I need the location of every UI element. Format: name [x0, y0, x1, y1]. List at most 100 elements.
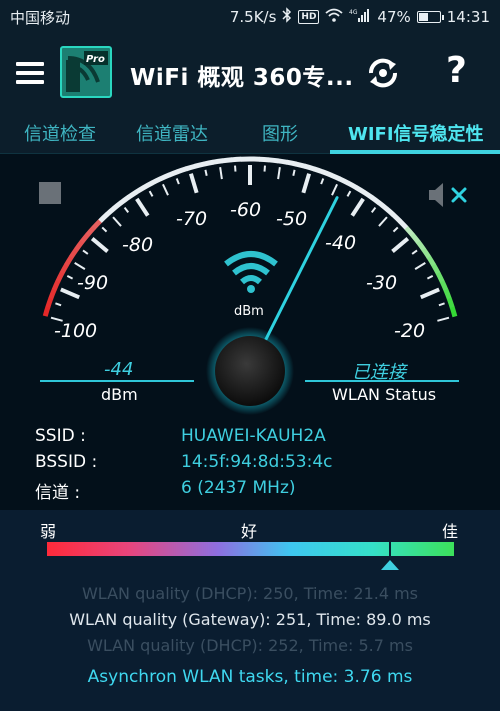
mute-icon[interactable]: [427, 180, 471, 210]
gauge-arc-segment: [142, 180, 154, 190]
gauge-tick: [112, 216, 122, 227]
gauge-knob: [215, 336, 285, 406]
app-bar: Pro WiFi 概观 360专... ?: [0, 34, 500, 112]
status-bar: 中国移动 7.5K/s HD 4G 47% 14:31: [0, 0, 500, 34]
signal-strength-value: -44: [104, 359, 134, 380]
gauge-arc-segment: [150, 176, 162, 186]
signal-strength-unit: dBm: [101, 385, 138, 404]
gauge-tick: [148, 190, 154, 197]
gauge-tick: [411, 249, 418, 255]
gauge-arc-segment: [112, 200, 123, 211]
gauge-arc-segment: [443, 288, 452, 300]
gauge-tick: [55, 302, 62, 307]
tick-label: -70: [176, 208, 208, 230]
menu-icon[interactable]: [16, 62, 44, 84]
gauge-arc-segment: [321, 169, 333, 178]
quality-bar: [47, 542, 454, 556]
gauge-arc-segment: [426, 255, 436, 267]
gauge-arc-segment: [259, 156, 270, 163]
gauge-arc-segment: [59, 263, 69, 275]
gauge-arc-segment: [91, 218, 103, 230]
tick-label: -80: [122, 234, 154, 256]
app-logo: Pro: [60, 46, 112, 98]
gauge-arc-segment: [79, 232, 90, 244]
gauge-arc-segment: [346, 180, 358, 190]
gauge-ticks: [50, 165, 450, 322]
gauge-arc-segment: [421, 247, 432, 259]
bssid-value: 14:5f:94:8d:53:4c: [181, 452, 333, 472]
log-line: WLAN quality (Gateway): 251, Time: 89.0 …: [69, 610, 431, 629]
gauge-arc-segment: [431, 263, 441, 275]
tick-label: -50: [276, 208, 308, 230]
gauge-arc-segment: [384, 206, 396, 217]
bssid-label: BSSID :: [35, 452, 98, 472]
gauge-tick: [277, 167, 281, 180]
gauge-tick: [123, 206, 130, 213]
gauge-arc-segment: [85, 225, 96, 237]
gauge-arc-segment: [45, 297, 54, 309]
gauge-arc-segment: [370, 195, 381, 206]
gauge-arc-segment: [185, 163, 197, 172]
tick-label: -100: [54, 320, 98, 342]
clock: 14:31: [446, 8, 490, 26]
stop-icon[interactable]: [39, 182, 61, 204]
battery-fill: [418, 13, 428, 21]
gauge-arc-segment: [398, 219, 409, 230]
wlan-status-value: 已连接: [352, 362, 406, 383]
gauge-arc-segment: [167, 169, 179, 178]
quality-good-label: 好: [241, 522, 258, 541]
carrier-name: 中国移动: [10, 8, 71, 27]
gauge-tick: [301, 173, 311, 194]
gauge-arc-segment: [449, 306, 458, 318]
tab-channel-radar[interactable]: 信道雷达: [136, 120, 208, 146]
app-title: WiFi 概观 360专...: [130, 65, 354, 91]
gauge-arc-segment: [435, 271, 445, 283]
async-tasks-line: Asynchron WLAN tasks, time: 3.76 ms: [87, 667, 413, 687]
wifi-icon: [222, 250, 280, 294]
tab-channel-check[interactable]: 信道检查: [24, 120, 96, 146]
signal-gauge: -100 -90 -80 -70 -60 -50 -40 -30 -20 dBm…: [0, 154, 500, 510]
gauge-tick: [331, 183, 338, 196]
quality-weak-label: 弱: [40, 522, 57, 541]
gauge-tick: [204, 169, 208, 176]
gauge-tick: [189, 173, 199, 194]
gauge-arc-segment: [222, 157, 233, 164]
gauge-arc-segment: [446, 297, 455, 309]
quality-arrow-icon: [381, 560, 399, 570]
gauge-arc-segment: [42, 306, 51, 317]
hd-badge: HD: [298, 10, 320, 24]
wlan-status-label: WLAN Status: [332, 385, 437, 404]
quality-panel: 弱 好 佳 WLAN quality (DHCP): 250, Time: 21…: [0, 510, 500, 711]
svg-text:4G: 4G: [349, 9, 358, 16]
gauge-arc-segment: [268, 157, 279, 164]
gauge-arc-segment: [362, 190, 374, 200]
gauge-arc-segment: [48, 288, 57, 300]
log-line: WLAN quality (DHCP): 252, Time: 5.7 ms: [87, 636, 413, 655]
wifi-status-icon: [325, 8, 344, 26]
gauge-tick: [437, 316, 450, 322]
log-line: WLAN quality (DHCP): 250, Time: 21.4 ms: [81, 584, 419, 603]
tab-signal-stability[interactable]: WIFI信号稳定性: [348, 120, 484, 146]
gauge-tick: [320, 178, 325, 185]
gauge-tick: [135, 197, 150, 217]
gauge-arc-segment: [312, 166, 324, 175]
gauge-arc-segment: [134, 185, 146, 195]
network-speed: 7.5K/s: [229, 8, 277, 26]
gauge-tick: [74, 262, 86, 271]
battery-icon: [416, 11, 444, 23]
gauge-arc-segment: [416, 240, 426, 252]
gauge-arc-segment: [126, 189, 138, 200]
channel-label: 信道 :: [35, 483, 81, 503]
gauge-arc-segment: [286, 159, 297, 167]
gauge-arc-segment: [51, 279, 61, 291]
tick-label: -30: [366, 272, 398, 294]
gauge-arc-segment: [98, 212, 109, 223]
help-icon[interactable]: ?: [446, 50, 467, 91]
gauge-arc-segment: [304, 163, 315, 172]
quality-marker: [389, 537, 391, 559]
gauge-arc-segment: [330, 172, 342, 182]
divider-left: [40, 380, 194, 382]
gauge-arc-segment: [338, 176, 350, 186]
tab-graph[interactable]: 图形: [262, 120, 298, 146]
refresh-icon[interactable]: [364, 54, 402, 92]
